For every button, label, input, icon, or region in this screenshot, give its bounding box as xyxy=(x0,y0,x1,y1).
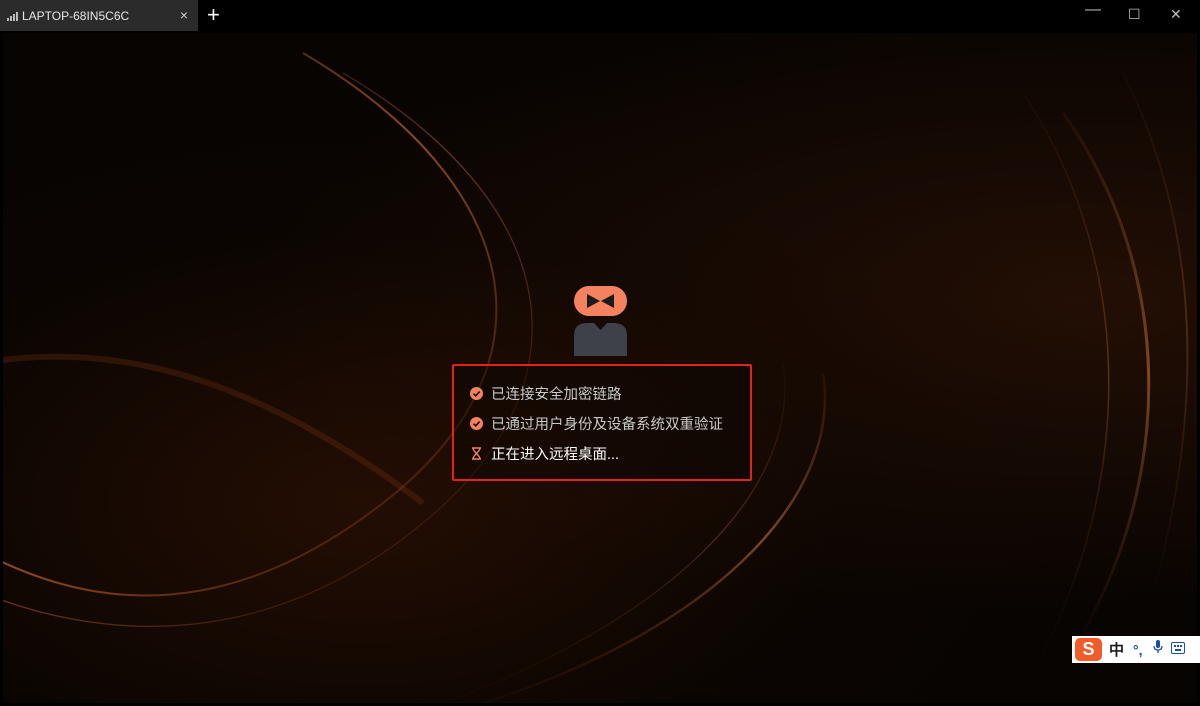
tab-close-icon[interactable]: × xyxy=(180,8,188,22)
user-avatar-icon xyxy=(574,286,627,356)
session-tab[interactable]: LAPTOP-68IN5C6C × xyxy=(0,0,198,31)
status-item-identity-verified: 已通过用户身份及设备系统双重验证 xyxy=(470,413,723,434)
close-window-button[interactable]: ✕ xyxy=(1170,7,1182,21)
microphone-icon[interactable] xyxy=(1152,640,1163,659)
title-bar: LAPTOP-68IN5C6C × + — ☐ ✕ xyxy=(0,0,1200,31)
new-tab-button[interactable]: + xyxy=(207,4,220,26)
maximize-button[interactable]: ☐ xyxy=(1128,7,1141,21)
connection-status-panel: 已连接安全加密链路 已通过用户身份及设备系统双重验证 正在进入远程桌面... xyxy=(452,364,752,481)
check-circle-icon xyxy=(470,387,483,400)
ime-toolbar[interactable]: S 中 °, xyxy=(1072,636,1200,663)
signal-bars-icon xyxy=(7,11,18,21)
status-text: 正在进入远程桌面... xyxy=(491,447,620,463)
status-text: 已通过用户身份及设备系统双重验证 xyxy=(491,417,723,433)
ime-logo[interactable]: S xyxy=(1075,638,1102,661)
tab-title: LAPTOP-68IN5C6C xyxy=(22,8,130,23)
status-text: 已连接安全加密链路 xyxy=(491,387,622,403)
check-circle-icon xyxy=(470,417,483,430)
status-item-entering-desktop: 正在进入远程桌面... xyxy=(470,443,619,464)
remote-desktop-canvas[interactable]: 已连接安全加密链路 已通过用户身份及设备系统双重验证 正在进入远程桌面... xyxy=(3,33,1197,703)
minimize-button[interactable]: — xyxy=(1085,2,1101,18)
ime-punctuation-toggle[interactable]: °, xyxy=(1133,642,1143,658)
keyboard-icon[interactable] xyxy=(1170,641,1185,659)
hourglass-icon xyxy=(470,447,483,460)
ime-language-toggle[interactable]: 中 xyxy=(1109,639,1124,660)
status-item-secure-link: 已连接安全加密链路 xyxy=(470,383,622,404)
